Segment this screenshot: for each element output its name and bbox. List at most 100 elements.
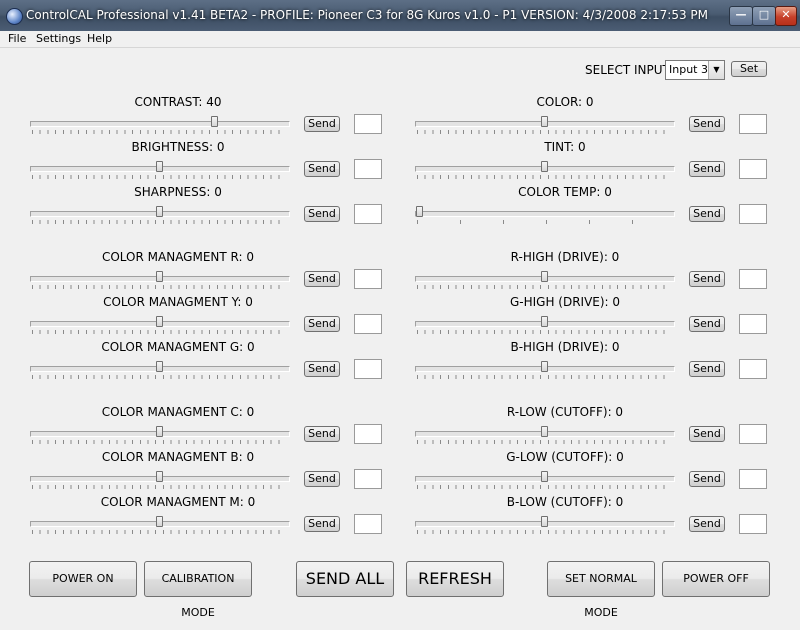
value-field-right-5[interactable]: [739, 314, 767, 334]
send-button-left-8[interactable]: Send: [304, 471, 340, 487]
control-label-left-6: COLOR MANAGMENT G: 0: [101, 340, 255, 354]
slider-thumb-left-6[interactable]: [155, 361, 163, 372]
set-normal-mode-button[interactable]: SET NORMAL MODE: [547, 561, 655, 619]
send-button-left-6[interactable]: Send: [304, 361, 340, 377]
slider-thumb-left-2[interactable]: [155, 161, 163, 172]
send-button-right-3[interactable]: Send: [689, 206, 725, 222]
slider-thumb-right-3[interactable]: [416, 206, 423, 217]
control-label-right-5: G-HIGH (DRIVE): 0: [509, 295, 621, 309]
window-title: ControlCAL Professional v1.41 BETA2 - PR…: [26, 8, 709, 22]
slider-ticks-right-8: [417, 485, 671, 489]
value-field-right-8[interactable]: [739, 469, 767, 489]
slider-thumb-right-5[interactable]: [540, 316, 548, 327]
send-button-right-7[interactable]: Send: [689, 426, 725, 442]
power-on-button[interactable]: POWER ON: [29, 561, 137, 597]
close-button[interactable]: ✕: [775, 6, 797, 26]
send-button-left-5[interactable]: Send: [304, 316, 340, 332]
set-input-button[interactable]: Set: [731, 61, 767, 77]
menu-settings[interactable]: Settings: [36, 32, 81, 45]
slider-thumb-left-3[interactable]: [155, 206, 163, 217]
slider-thumb-left-4[interactable]: [155, 271, 163, 282]
slider-ticks-left-9: [32, 530, 286, 534]
value-field-right-3[interactable]: [739, 204, 767, 224]
maximize-button[interactable]: □: [752, 6, 776, 26]
slider-ticks-right-9: [417, 530, 671, 534]
control-label-left-3: SHARPNESS: 0: [134, 185, 222, 199]
value-field-right-4[interactable]: [739, 269, 767, 289]
app-icon: [6, 8, 23, 25]
send-button-left-7[interactable]: Send: [304, 426, 340, 442]
slider-track-left-1[interactable]: [30, 121, 290, 127]
value-field-left-6[interactable]: [354, 359, 382, 379]
slider-thumb-right-7[interactable]: [540, 426, 548, 437]
value-field-right-2[interactable]: [739, 159, 767, 179]
send-button-right-4[interactable]: Send: [689, 271, 725, 287]
control-label-right-9: B-LOW (CUTOFF): 0: [506, 495, 624, 509]
send-button-right-6[interactable]: Send: [689, 361, 725, 377]
slider-thumb-left-9[interactable]: [155, 516, 163, 527]
value-field-left-1[interactable]: [354, 114, 382, 134]
calibration-mode-button[interactable]: CALIBRATION MODE: [144, 561, 252, 619]
value-field-left-2[interactable]: [354, 159, 382, 179]
value-field-left-7[interactable]: [354, 424, 382, 444]
control-label-right-2: TINT: 0: [544, 140, 586, 154]
slider-thumb-right-9[interactable]: [540, 516, 548, 527]
value-field-left-8[interactable]: [354, 469, 382, 489]
value-field-left-3[interactable]: [354, 204, 382, 224]
menu-divider: [0, 47, 800, 48]
control-label-right-4: R-HIGH (DRIVE): 0: [510, 250, 620, 264]
value-field-right-1[interactable]: [739, 114, 767, 134]
slider-thumb-left-1[interactable]: [210, 116, 218, 127]
slider-thumb-right-6[interactable]: [540, 361, 548, 372]
slider-ticks-left-4: [32, 285, 286, 289]
slider-ticks-right-5: [417, 330, 671, 334]
slider-ticks-right-3: [417, 220, 671, 224]
refresh-button[interactable]: REFRESH: [406, 561, 504, 597]
slider-thumb-right-1[interactable]: [540, 116, 548, 127]
slider-thumb-left-8[interactable]: [155, 471, 163, 482]
send-button-right-1[interactable]: Send: [689, 116, 725, 132]
slider-ticks-right-4: [417, 285, 671, 289]
control-label-left-1: CONTRAST: 40: [134, 95, 222, 109]
send-button-left-2[interactable]: Send: [304, 161, 340, 177]
title-bar: ControlCAL Professional v1.41 BETA2 - PR…: [0, 0, 800, 31]
menu-help[interactable]: Help: [87, 32, 112, 45]
value-field-right-9[interactable]: [739, 514, 767, 534]
control-label-left-5: COLOR MANAGMENT Y: 0: [103, 295, 253, 309]
slider-thumb-right-2[interactable]: [540, 161, 548, 172]
send-button-left-1[interactable]: Send: [304, 116, 340, 132]
slider-ticks-left-2: [32, 175, 286, 179]
value-field-right-7[interactable]: [739, 424, 767, 444]
slider-thumb-left-7[interactable]: [155, 426, 163, 437]
input-select[interactable]: Input 3 ▼: [665, 60, 725, 80]
send-button-left-9[interactable]: Send: [304, 516, 340, 532]
slider-ticks-left-6: [32, 375, 286, 379]
send-button-right-2[interactable]: Send: [689, 161, 725, 177]
send-button-left-4[interactable]: Send: [304, 271, 340, 287]
value-field-right-6[interactable]: [739, 359, 767, 379]
control-label-right-3: COLOR TEMP: 0: [518, 185, 612, 199]
power-off-button[interactable]: POWER OFF: [662, 561, 770, 597]
slider-track-right-3[interactable]: [415, 211, 675, 217]
chevron-down-icon[interactable]: ▼: [708, 61, 724, 79]
control-label-left-4: COLOR MANAGMENT R: 0: [101, 250, 255, 264]
send-button-left-3[interactable]: Send: [304, 206, 340, 222]
send-button-right-5[interactable]: Send: [689, 316, 725, 332]
send-all-button[interactable]: SEND ALL: [296, 561, 394, 597]
send-button-right-9[interactable]: Send: [689, 516, 725, 532]
select-input-label: SELECT INPUT: [585, 63, 670, 77]
slider-thumb-left-5[interactable]: [155, 316, 163, 327]
control-label-left-8: COLOR MANAGMENT B: 0: [101, 450, 255, 464]
value-field-left-9[interactable]: [354, 514, 382, 534]
send-button-right-8[interactable]: Send: [689, 471, 725, 487]
slider-ticks-right-7: [417, 440, 671, 444]
minimize-button[interactable]: —: [729, 6, 753, 26]
slider-thumb-right-4[interactable]: [540, 271, 548, 282]
slider-thumb-right-8[interactable]: [540, 471, 548, 482]
value-field-left-4[interactable]: [354, 269, 382, 289]
slider-ticks-right-2: [417, 175, 671, 179]
menu-bar: File Settings Help: [0, 31, 800, 47]
input-select-value: Input 3: [669, 63, 708, 76]
menu-file[interactable]: File: [8, 32, 26, 45]
value-field-left-5[interactable]: [354, 314, 382, 334]
